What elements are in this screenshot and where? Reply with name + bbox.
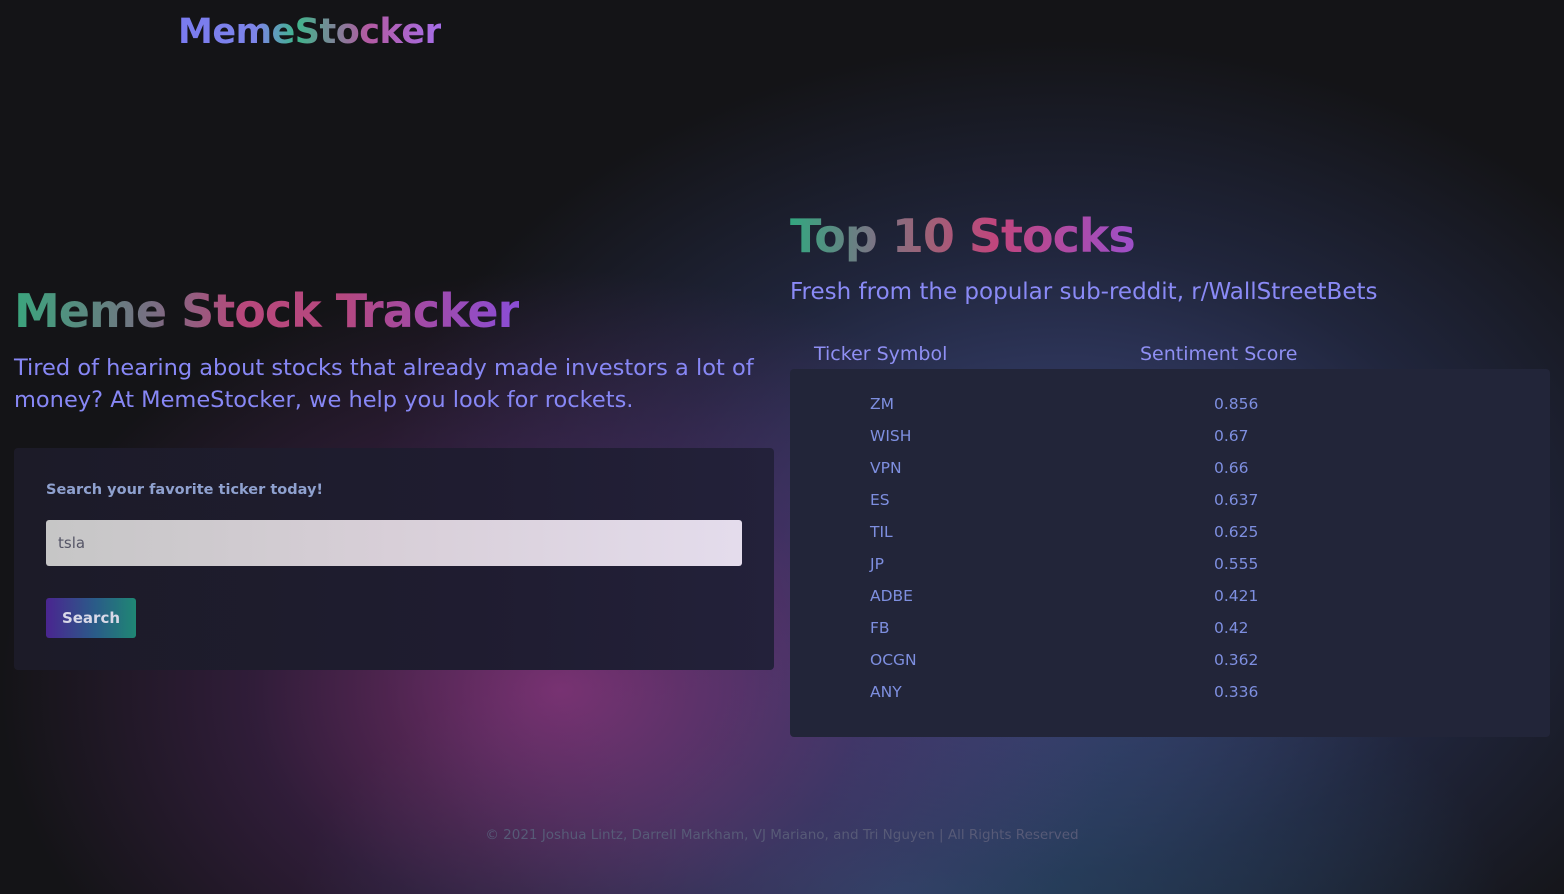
footer-copyright: © 2021 Joshua Lintz, Darrell Markham, VJ… bbox=[485, 827, 1079, 843]
ticker-cell: VPN bbox=[870, 459, 902, 477]
score-cell: 0.856 bbox=[1214, 395, 1259, 413]
score-cell: 0.362 bbox=[1214, 651, 1259, 669]
table-row: TIL 0.625 bbox=[790, 516, 1550, 548]
table-row: WISH 0.67 bbox=[790, 420, 1550, 452]
ticker-cell: FB bbox=[870, 619, 890, 637]
score-cell: 0.421 bbox=[1214, 587, 1259, 605]
ticker-cell: ADBE bbox=[870, 587, 913, 605]
table-row: OCGN 0.362 bbox=[790, 644, 1550, 676]
score-cell: 0.555 bbox=[1214, 555, 1259, 573]
score-cell: 0.625 bbox=[1214, 523, 1259, 541]
ticker-search-input[interactable] bbox=[46, 520, 742, 566]
top-stocks-table: ZM 0.856 WISH 0.67 VPN 0.66 ES 0.637 TIL… bbox=[790, 369, 1550, 737]
hero-title: Meme Stock Tracker bbox=[14, 284, 520, 338]
table-row: ES 0.637 bbox=[790, 484, 1550, 516]
top-stocks-subtitle: Fresh from the popular sub-reddit, r/Wal… bbox=[790, 279, 1378, 305]
site-logo[interactable]: MemeStocker bbox=[178, 10, 442, 54]
score-cell: 0.637 bbox=[1214, 491, 1259, 509]
table-row: FB 0.42 bbox=[790, 612, 1550, 644]
score-cell: 0.336 bbox=[1214, 683, 1259, 701]
table-row: ADBE 0.421 bbox=[790, 580, 1550, 612]
search-card: Search your favorite ticker today! Searc… bbox=[14, 448, 774, 670]
ticker-cell: OCGN bbox=[870, 651, 917, 669]
search-label: Search your favorite ticker today! bbox=[46, 482, 324, 498]
score-cell: 0.66 bbox=[1214, 459, 1249, 477]
ticker-cell: ANY bbox=[870, 683, 902, 701]
score-cell: 0.67 bbox=[1214, 427, 1249, 445]
column-header-ticker: Ticker Symbol bbox=[814, 343, 948, 365]
ticker-cell: JP bbox=[870, 555, 884, 573]
ticker-cell: WISH bbox=[870, 427, 912, 445]
hero-subtitle: Tired of hearing about stocks that alrea… bbox=[14, 355, 754, 413]
table-row: JP 0.555 bbox=[790, 548, 1550, 580]
top-stocks-title: Top 10 Stocks bbox=[790, 206, 1136, 266]
score-cell: 0.42 bbox=[1214, 619, 1249, 637]
ticker-cell: ES bbox=[870, 491, 890, 509]
column-header-sentiment: Sentiment Score bbox=[1140, 343, 1298, 365]
table-row: ZM 0.856 bbox=[790, 388, 1550, 420]
table-row: VPN 0.66 bbox=[790, 452, 1550, 484]
table-row: ANY 0.336 bbox=[790, 676, 1550, 708]
search-button[interactable]: Search bbox=[46, 598, 136, 638]
ticker-cell: TIL bbox=[870, 523, 893, 541]
ticker-cell: ZM bbox=[870, 395, 894, 413]
